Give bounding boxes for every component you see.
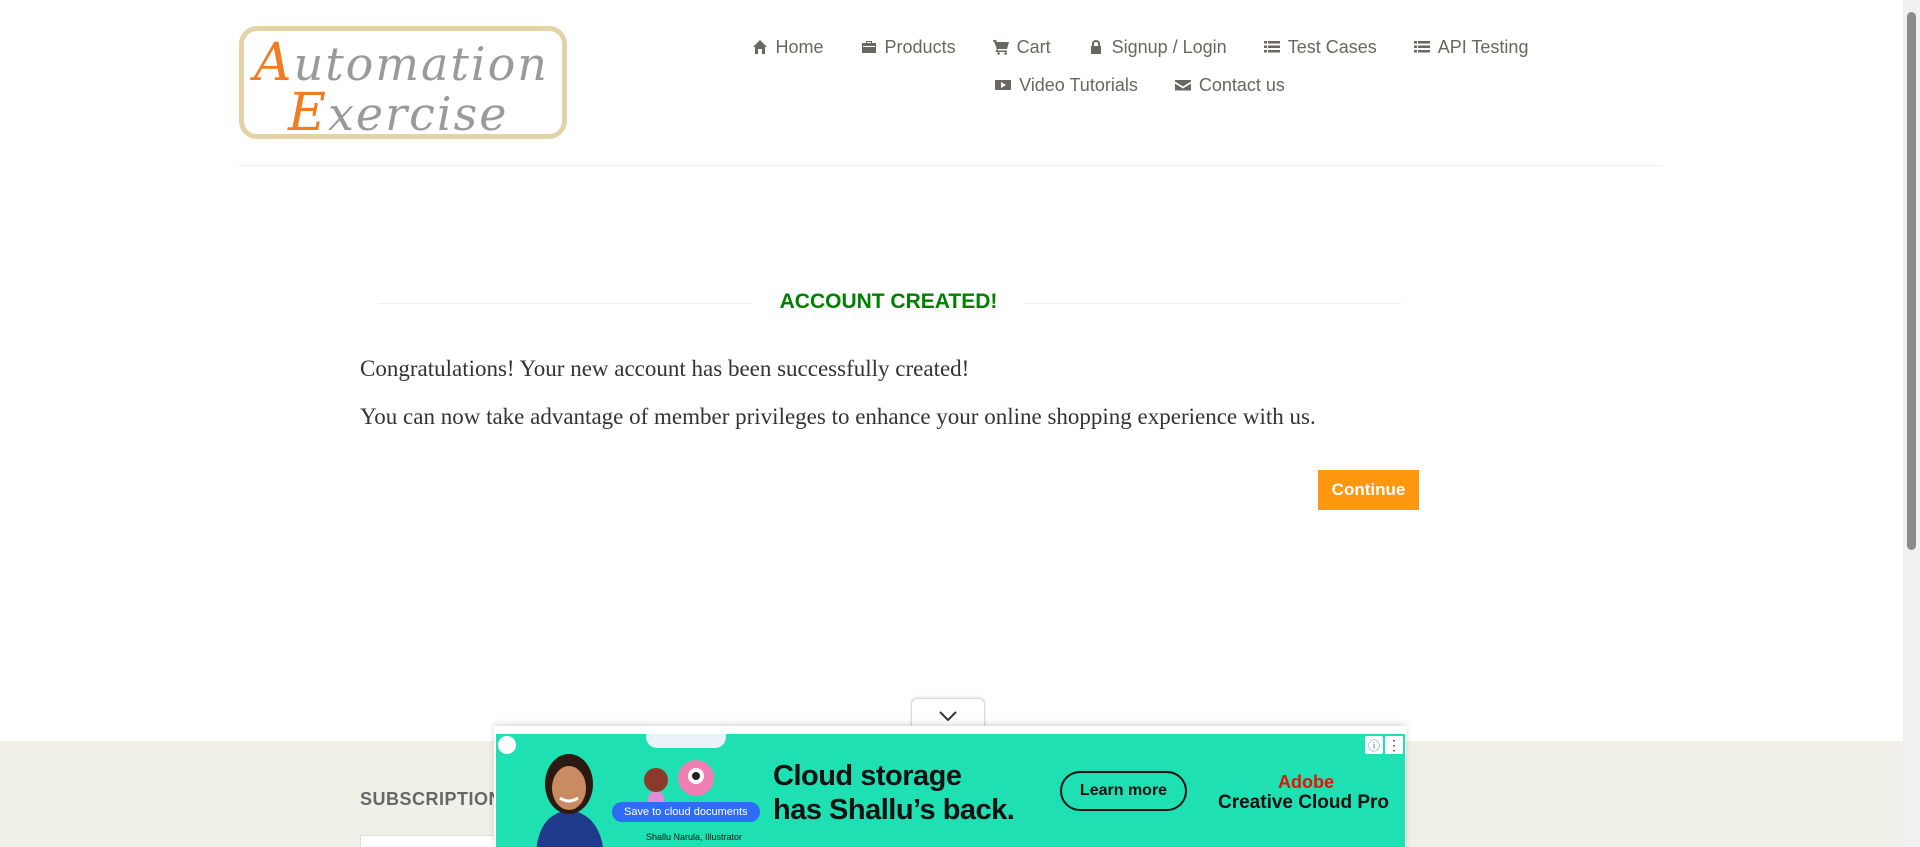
chevron-down-icon <box>939 710 957 721</box>
list-icon <box>1413 41 1430 53</box>
nav-cart[interactable]: Cart <box>992 36 1051 58</box>
site-header: Automation Exercise Home Products Cart S… <box>238 0 1662 166</box>
nav-products-label: Products <box>884 36 956 57</box>
products-icon <box>861 41 876 53</box>
ad-cloud-graphic <box>646 734 726 748</box>
ad-headline-2: has Shallu’s back. <box>773 794 1015 826</box>
page-scrollbar[interactable] <box>1903 0 1920 847</box>
nav-test-cases-label: Test Cases <box>1287 36 1377 57</box>
title-divider-right <box>1025 303 1401 304</box>
subscription-heading: SUBSCRIPTION <box>360 789 503 809</box>
ad-chip: Save to cloud documents <box>612 802 760 822</box>
envelope-icon <box>1174 80 1191 91</box>
member-privileges-message: You can now take advantage of member pri… <box>360 404 1316 429</box>
ad-headline-1: Cloud storage <box>773 760 962 792</box>
ad-learn-more-button[interactable]: Learn more <box>1060 771 1187 811</box>
nav-cart-label: Cart <box>1016 36 1051 57</box>
nav-api-testing[interactable]: API Testing <box>1413 36 1529 58</box>
ad-banner-frame: Save to cloud documents Shallu Narula, I… <box>494 726 1406 847</box>
nav-signup-login[interactable]: Signup / Login <box>1088 36 1227 58</box>
site-logo[interactable]: Automation Exercise <box>239 26 567 143</box>
congratulations-message: Congratulations! Your new account has be… <box>360 356 970 381</box>
ad-caption: Shallu Narula, Illustrator <box>646 832 743 842</box>
cart-icon <box>992 40 1009 55</box>
title-divider-left <box>378 303 752 304</box>
ad-person-image <box>536 754 603 847</box>
youtube-icon <box>995 80 1012 90</box>
ad-brand-product: Creative Cloud Pro <box>1218 792 1390 813</box>
scrollbar-thumb[interactable] <box>1907 12 1916 550</box>
list-icon <box>1263 41 1280 53</box>
home-icon <box>752 40 767 54</box>
main-nav: Home Products Cart Signup / Login Test C… <box>730 36 1550 96</box>
nav-products[interactable]: Products <box>861 36 956 58</box>
lock-icon <box>1090 40 1101 54</box>
ad-brand-adobe: Adobe <box>1278 772 1334 792</box>
nav-home[interactable]: Home <box>752 36 824 58</box>
ad-shield-icon <box>498 736 516 754</box>
nav-video-tutorials-label: Video Tutorials <box>1019 74 1138 95</box>
nav-contact-us[interactable]: Contact us <box>1174 74 1285 96</box>
ad-menu-icon[interactable]: ⋮ <box>1385 736 1403 754</box>
nav-test-cases[interactable]: Test Cases <box>1263 36 1377 58</box>
logo-line-2: Exercise <box>288 83 509 143</box>
nav-contact-us-label: Contact us <box>1198 74 1285 95</box>
nav-api-testing-label: API Testing <box>1437 36 1529 57</box>
page-title: ACCOUNT CREATED! <box>779 290 998 313</box>
ad-banner[interactable]: Save to cloud documents Shallu Narula, I… <box>496 734 1405 847</box>
nav-signup-login-label: Signup / Login <box>1111 36 1227 57</box>
nav-home-label: Home <box>775 36 824 57</box>
account-created-title-row: ACCOUNT CREATED! <box>378 290 1402 316</box>
continue-button[interactable]: Continue <box>1318 470 1419 510</box>
nav-video-tutorials[interactable]: Video Tutorials <box>995 74 1138 96</box>
ad-info-icon[interactable]: ⓘ <box>1365 736 1383 754</box>
